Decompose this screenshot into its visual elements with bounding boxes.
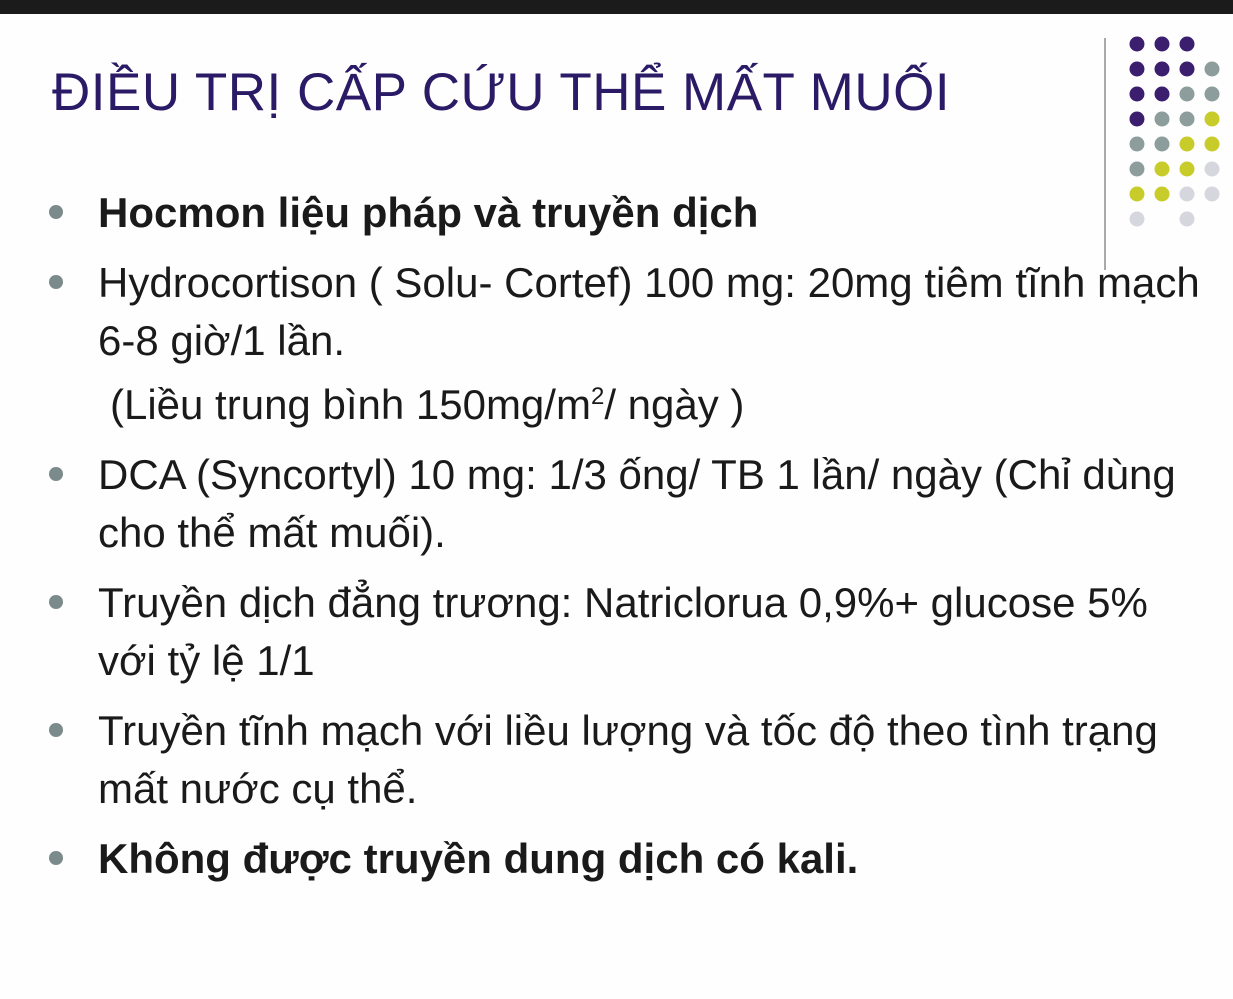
decorative-dot [1179,161,1195,177]
decorative-dot [1204,161,1220,177]
list-item-text: DCA (Syncortyl) 10 mg: 1/3 ống/ TB 1 lần… [98,451,1176,556]
decorative-dot [1154,86,1170,102]
decorative-dot [1179,61,1195,77]
decorative-dot [1179,136,1195,152]
dose-note-prefix: (Liều trung bình 150mg/m [110,381,591,428]
decorative-dot [1179,36,1195,52]
decorative-dot [1154,61,1170,77]
bullet-icon [49,723,63,737]
decorative-dot [1129,36,1145,52]
bullet-icon [49,595,63,609]
slide-title: ĐIỀU TRỊ CẤP CỨU THỂ MẤT MUỐI [52,63,951,122]
dose-note: (Liều trung bình 150mg/m2/ ngày ) [46,376,1216,434]
bullet-icon [49,467,63,481]
decorative-dot [1204,86,1220,102]
decorative-dot [1204,136,1220,152]
list-item-text: Hydrocortison ( Solu- Cortef) 100 mg: 20… [98,259,1200,364]
decorative-dot [1179,111,1195,127]
decorative-dot [1129,61,1145,77]
decorative-dot [1129,136,1145,152]
decorative-dot [1204,111,1220,127]
list-item-text: Hocmon liệu pháp và truyền dịch [98,189,759,236]
list-item: Hydrocortison ( Solu- Cortef) 100 mg: 20… [46,254,1216,370]
decorative-dot [1129,86,1145,102]
list-item-text: Truyền dịch đẳng trương: Natriclorua 0,9… [98,579,1148,684]
decorative-dot [1154,136,1170,152]
list-item: Không được truyền dung dịch có kali. [46,830,1216,888]
list-item-text: Truyền tĩnh mạch với liều lượng và tốc đ… [98,707,1158,812]
dose-note-suffix: / ngày ) [604,381,745,428]
decorative-dot [1154,111,1170,127]
decorative-dot [1154,161,1170,177]
slide: ĐIỀU TRỊ CẤP CỨU THỂ MẤT MUỐI Hocmon liệ… [0,14,1233,999]
dose-note-superscript: 2 [590,383,605,410]
bullet-icon [49,205,63,219]
list-item: Truyền tĩnh mạch với liều lượng và tốc đ… [46,702,1216,818]
decorative-dot [1129,111,1145,127]
decorative-dot [1129,161,1145,177]
bullet-icon [49,275,63,289]
decorative-dot [1154,36,1170,52]
list-item: DCA (Syncortyl) 10 mg: 1/3 ống/ TB 1 lần… [46,446,1216,562]
top-bar [0,0,1233,14]
decorative-dot [1204,61,1220,77]
bullet-list: Hocmon liệu pháp và truyền dịch Hydrocor… [46,184,1216,900]
list-item-text: Không được truyền dung dịch có kali. [98,835,859,882]
list-item: Hocmon liệu pháp và truyền dịch [46,184,1216,242]
bullet-icon [49,851,63,865]
decorative-dot [1179,86,1195,102]
list-item: Truyền dịch đẳng trương: Natriclorua 0,9… [46,574,1216,690]
